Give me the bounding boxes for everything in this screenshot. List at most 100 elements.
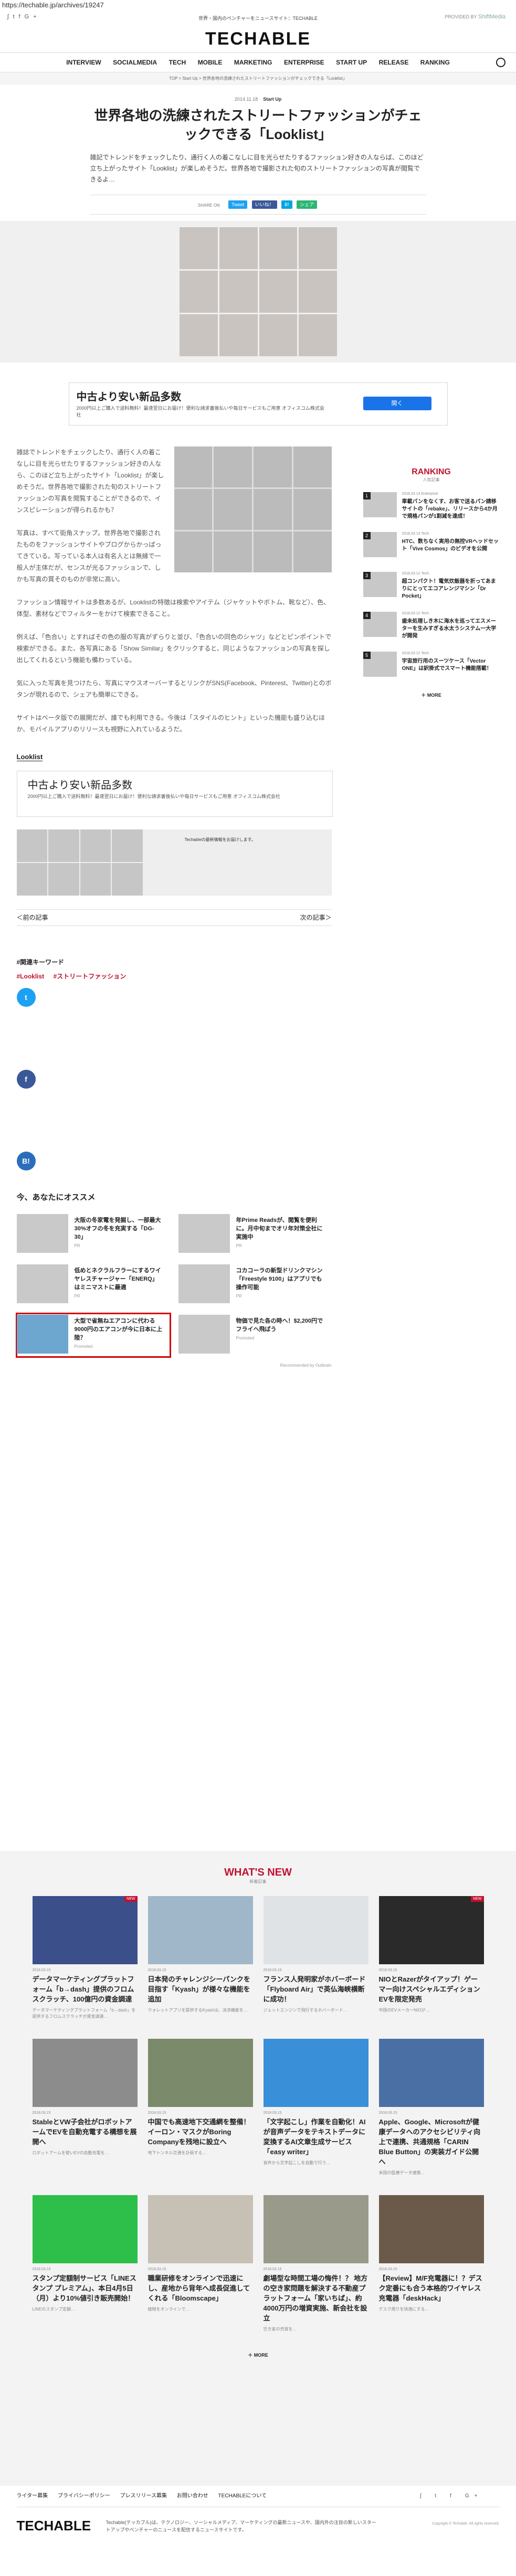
nav-item-mobile[interactable]: MOBILE (198, 53, 223, 72)
inline-ad-desc: 2000円以上ご購入で送料無料！最速翌日にお届け！便利な請求書後払いや毎日サービ… (27, 794, 280, 799)
ranking-item[interactable]: 5 2018.03.12 Tech 宇宙旅行用のスーツケース「Vector ONE」… (363, 652, 500, 682)
share-button[interactable]: シェア (297, 200, 318, 209)
ranking-more-button[interactable]: ＋ MORE (363, 691, 500, 698)
news-card[interactable]: 2018.03.15 Apple、Google、Microsoftが健康データへの… (378, 2039, 484, 2176)
prev-article-link[interactable]: ＜前の記事 (17, 914, 48, 921)
news-card[interactable]: 2018.03.15 職業研修をオンラインで迅速にし、産地から背年へ成長促進してく… (148, 2195, 253, 2333)
recommend-item[interactable]: コカコーラの新型ドリンクマシン「Freestyle 9100」はアプリでも操作可… (178, 1263, 332, 1306)
breadcrumb[interactable]: TOP > Start Up > 世界各地の洗練されたストリートファッションがチ… (0, 72, 516, 85)
news-thumb (148, 2039, 253, 2107)
recommend-thumb (16, 1264, 68, 1303)
news-card[interactable]: 2018.03.15 フランス人発明家がホバーボード「Flyboard Air」で… (263, 1896, 368, 2020)
outbrain-credit[interactable]: Recommended by Outbrain (17, 1363, 332, 1368)
ranking-item[interactable]: 2 2018.03.13 Tech HTC、数ちなく実用の無控VRヘッドセット「Vi… (363, 532, 500, 562)
news-thumb (263, 2039, 368, 2107)
news-card[interactable]: 2018.03.15 スタンプ定額制サービス「LINEスタンプ プレミアム」、本日… (32, 2195, 138, 2333)
paragraph: ファッション情報サイトは多数あるが、Looklistの特徴は検索やアイテム（ジャ… (16, 599, 330, 618)
embed-text: Techableの最新情報をお届けします。 (184, 837, 256, 842)
news-card[interactable]: 2018.03.15 劇場型な時間工場の悔件！？ 地方の空き家問題を解決する不動産… (263, 2195, 368, 2333)
recommend-item[interactable]: 年Prime Readsが、閲覧を便利に。月中旬までオリ年対策全社に実施中 PR (178, 1213, 332, 1256)
share-label: SHARE ON (197, 203, 220, 208)
facebook-icon[interactable]: f (450, 2493, 457, 2499)
nav-item-marketing[interactable]: MARKETING (234, 53, 272, 72)
news-card[interactable]: 2018.03.15 StableとVW子会社がロボットアームでEVを自動充電する… (32, 2039, 138, 2176)
nav-item-ranking[interactable]: RANKING (420, 53, 450, 72)
recommend-thumb (16, 1214, 68, 1253)
news-card[interactable]: NEW 2018.03.15 NIOとRazerがタイアップ！ゲーマー向けスペシャル… (378, 1896, 484, 2020)
ranking-item[interactable]: 4 2018.03.12 Tech 歯未処理しき木に海水を巡ってエスメーターを生みす… (363, 612, 500, 642)
hatena-button[interactable]: B! (281, 200, 292, 209)
recommend-thumb (178, 1264, 230, 1303)
inline-ad[interactable]: 中古より安い新品多数 2000円以上ご購入で送料無料！最速翌日にお届け！便利な請… (16, 771, 333, 817)
facebook-share-icon[interactable]: f (16, 1070, 36, 1089)
hero-collage (180, 227, 337, 356)
whats-new-title: WHAT'S NEW (224, 1867, 292, 1878)
news-card[interactable]: 2018.03.15 中国でも高速地下交通網を整備！イーロン・マスクがBoring… (148, 2039, 253, 2176)
like-button[interactable]: いいね！ (251, 200, 277, 209)
site-logo[interactable]: TECHABLE (0, 25, 516, 52)
site-tagline: 世界・国内のベンチャーをニュースサイト：TECHABLE (198, 16, 318, 21)
embed-images (16, 829, 143, 896)
top-bar: ʃtfG+ 世界・国内のベンチャーをニュースサイト：TECHABLE PROVI… (0, 10, 516, 25)
twitter-icon[interactable]: t (435, 2493, 441, 2499)
hatena-share-icon[interactable]: B! (16, 1152, 36, 1170)
main-nav: INTERVIEW SOCIALMEDIA TECH MOBILE MARKET… (0, 52, 516, 72)
footer-logo[interactable]: TECHABLE (17, 2518, 91, 2534)
footer-link[interactable]: プライバシーポリシー (58, 2493, 110, 2499)
recommend-thumb (16, 1315, 68, 1354)
footer-link[interactable]: TECHABLEについて (218, 2493, 267, 2499)
nav-item-tech[interactable]: TECH (169, 53, 186, 72)
search-icon[interactable] (496, 58, 506, 67)
article-image (174, 446, 332, 572)
recommend-item[interactable]: 低めとネクラルフラーにするワイヤレスチャージャー「ENERQ」はミニマストに最適… (16, 1263, 170, 1306)
keyword-list: #Looklist #ストリートファッション (17, 972, 332, 981)
provided-by[interactable]: PROVIDED BY ShiftMedia (445, 14, 506, 20)
twitter-share-icon[interactable]: t (16, 988, 36, 1007)
top-ad-banner[interactable]: 中古より安い新品多数 2000円以上ご購入で送料無料！最速翌日にお届け！便利な請… (68, 382, 448, 425)
ranking-item[interactable]: 3 2018.03.12 Tech 超コンパクト！電気炊飯器を折ってあまりにとってエ… (363, 572, 500, 602)
nav-item-release[interactable]: RELEASE (379, 53, 409, 72)
recommend-item[interactable]: 大阪の冬家電を発掘し、一部最大30%オフの冬を充実する「DG-30」 PR (16, 1213, 170, 1256)
keyword-tag[interactable]: #Looklist (17, 973, 45, 980)
nav-item-startup[interactable]: START UP (336, 53, 367, 72)
news-card[interactable]: 2018.03.15 日本発のチャレンジシーパンクを目指す「Kyash」が様々な機… (148, 1896, 253, 2020)
recommend-grid: 大阪の冬家電を発掘し、一部最大30%オフの冬を充実する「DG-30」 PR 年Pr… (15, 1213, 332, 1358)
article-body: 雑誌でトレンドをチェックしたり、通行く人の着こなしに目を光らせたりするファッショ… (15, 446, 333, 1368)
recommend-item-highlighted[interactable]: 大型で省無ねエアコンに代わる9000円のエアコンが今に日本に上陸？ Promote… (15, 1313, 171, 1358)
footer-link[interactable]: お問い合わせ (177, 2493, 208, 2499)
news-thumb (263, 2195, 368, 2263)
news-card[interactable]: 2018.03.15 「文字起こし」作業を自動化！AIが音声データをテキストデータ… (263, 2039, 368, 2176)
nav-item-enterprise[interactable]: ENTERPRISE (284, 53, 324, 72)
inline-ad-title: 中古より安い新品多数 (27, 780, 133, 791)
nav-item-socialmedia[interactable]: SOCIALMEDIA (113, 53, 157, 72)
share-bar: SHARE ON Tweet いいね！ B! シェア (90, 195, 426, 215)
news-thumb (32, 2195, 138, 2263)
google-plus-icon[interactable]: G+ (465, 2493, 483, 2499)
footer-link[interactable]: ライター募集 (17, 2493, 48, 2499)
tweet-button[interactable]: Tweet (228, 200, 248, 209)
ad-desc: 2000円以上ご購入で送料無料！最速翌日にお届け！便利な請求書後払いや毎日サービ… (76, 406, 324, 418)
recommend-item[interactable]: 物価で見た各の時へ！$2,200円でフライヘ飛ばう Promoted (178, 1314, 332, 1357)
news-card[interactable]: 2018.03.15 【Review】M/F充電器に！？デスク定番にも合う本格的ワ… (378, 2195, 484, 2333)
url-bar[interactable]: https://techable.jp/archives/19247 (0, 0, 516, 10)
news-card[interactable]: NEW 2018.03.15 データマーケティングプラットフォーム「b→dash」提… (32, 1896, 138, 2020)
news-thumb (378, 2195, 484, 2263)
recommend-title: 今、あなたにオススメ (16, 1193, 96, 1202)
keyword-tag[interactable]: #ストリートファッション (54, 973, 127, 980)
news-thumb (378, 2039, 484, 2107)
paragraph: 気に入った写真を見つけたら、写真にマウスオーバーするとリンクがSNS(Faceb… (16, 679, 332, 698)
rss-icon[interactable]: ʃ (420, 2493, 426, 2499)
site-footer: ライター募集 プライバシーポリシー プレスリリース募集 お問い合わせ TECHA… (0, 2486, 516, 2576)
ranking-item[interactable]: 1 2018.03.14 Enterprise 車載バンをなくす、お客で送るパン請移… (363, 492, 500, 523)
whats-new-more-button[interactable]: ＋ MORE (0, 2351, 516, 2358)
keywords-title: #関連キーワード (16, 959, 65, 966)
next-article-link[interactable]: 次の記事＞ (300, 910, 331, 925)
ad-open-button[interactable]: 開く (363, 397, 431, 410)
footer-social-icons[interactable]: ʃ t f G+ (420, 2486, 491, 2507)
sidebar: RANKING 人気記事 1 2018.03.14 Enterprise 車載バンを… (363, 446, 500, 707)
recommend-thumb (178, 1315, 230, 1354)
footer-description: Techable(テッカブル)は、テクノロジー、ソーシャルメディア、マーケティン… (106, 2520, 376, 2532)
source-heading[interactable]: Looklist (16, 753, 43, 761)
nav-item-interview[interactable]: INTERVIEW (66, 53, 101, 72)
footer-link[interactable]: プレスリリース募集 (120, 2493, 167, 2499)
